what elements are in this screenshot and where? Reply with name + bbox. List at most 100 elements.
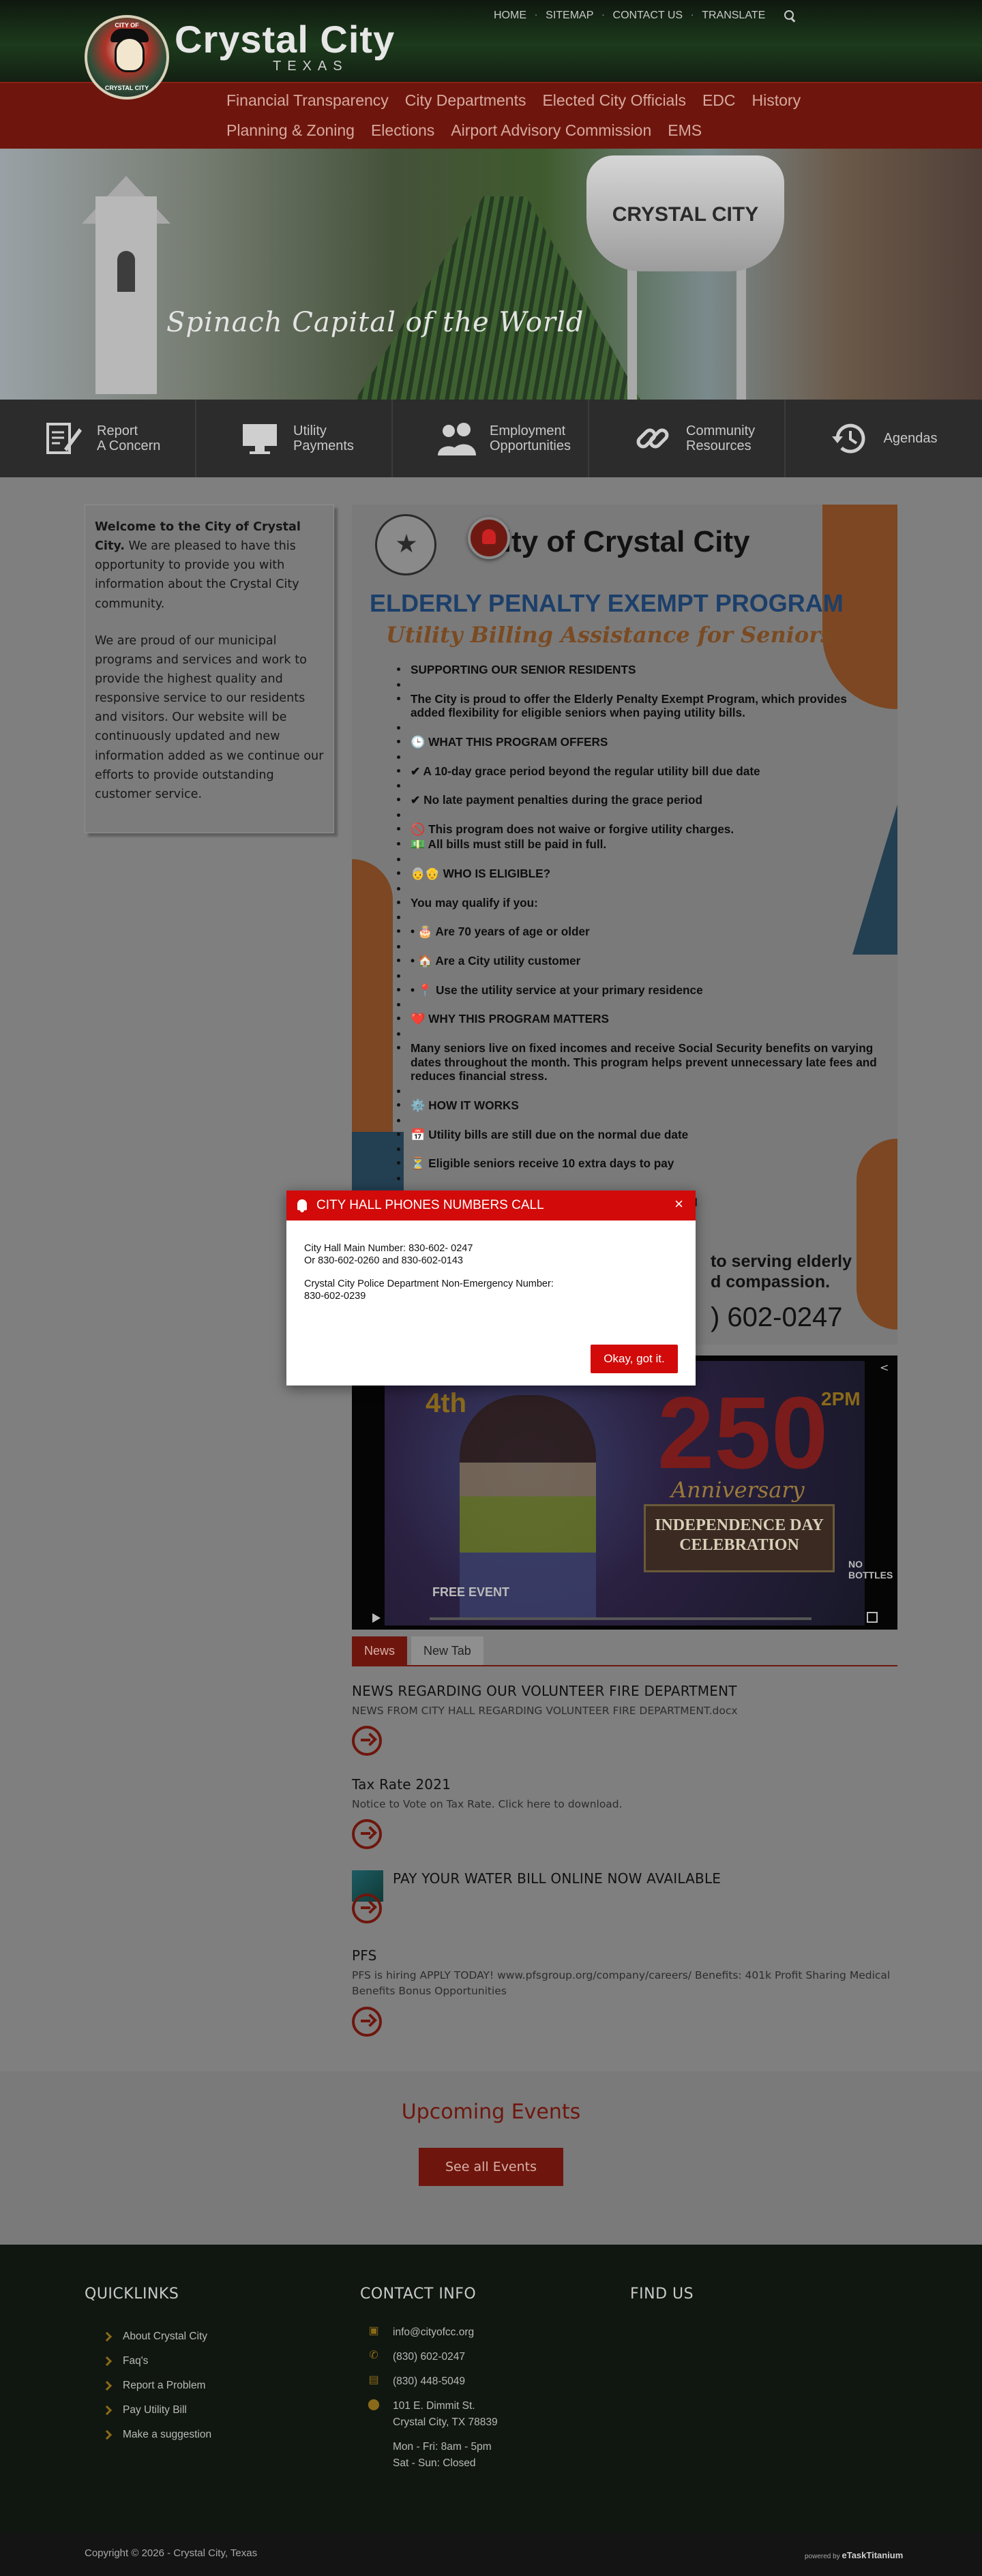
quick-link-label: Employment Opportunities (490, 423, 571, 453)
footer-quicklinks: QUICKLINKS About Crystal City Faq's Repo… (85, 2286, 211, 2447)
welcome-box: Welcome to the City of Crystal City. We … (85, 505, 334, 833)
nav-elections[interactable]: Elections (371, 121, 434, 140)
modal-body: City Hall Main Number: 830-602- 0247 Or … (304, 1242, 672, 1303)
quick-link-label: Report A Concern (97, 423, 161, 453)
footer-link[interactable]: Make a suggestion (85, 2423, 211, 2447)
tab-new-tab[interactable]: New Tab (411, 1636, 483, 1665)
flyer-list-item: • 🏠 Are a City utility customer (397, 954, 881, 968)
read-more-arrow-icon[interactable] (352, 1819, 382, 1850)
news-title[interactable]: PAY YOUR WATER BILL ONLINE NOW AVAILABLE (393, 1870, 721, 1887)
nav-airport-commission[interactable]: Airport Advisory Commission (451, 121, 651, 140)
site-title[interactable]: Crystal City (175, 20, 395, 59)
flyer-list-item: ❤️ WHY THIS PROGRAM MATTERS (397, 1012, 881, 1026)
nav-sitemap-link[interactable]: SITEMAP (546, 10, 593, 22)
city-logo[interactable]: CITY OF CRYSTAL CITY (85, 15, 169, 100)
upcoming-events-section: Upcoming Events See all Events (0, 2071, 982, 2245)
nav-city-departments[interactable]: City Departments (405, 91, 526, 110)
quick-link-agendas[interactable]: Agendas (786, 400, 982, 477)
okay-got-it-button[interactable]: Okay, got it. (591, 1345, 678, 1373)
quick-link-label: Community Resources (686, 423, 756, 453)
event-video-player[interactable]: 4th 2PM 250 Anniversary INDEPENDENCE DAY… (352, 1356, 897, 1630)
seal-star-icon (396, 534, 417, 553)
contact-email-text: info@cityofcc.org (393, 2326, 475, 2338)
water-tower-leg (736, 265, 746, 400)
news-item: NEWS REGARDING OUR VOLUNTEER FIRE DEPART… (352, 1683, 897, 1756)
flyer-heading: ELDERLY PENALTY EXEMPT PROGRAM (370, 589, 844, 617)
hours-weekend: Sat - Sun: Closed (393, 2457, 476, 2469)
quick-links-bar: Report A Concern Utility Payments Employ… (0, 400, 982, 477)
flyer-list-item: 💵 All bills must still be paid in full. (397, 837, 881, 852)
hours-weekday: Mon - Fri: 8am - 5pm (393, 2441, 492, 2453)
footer-heading: FIND US (630, 2286, 694, 2303)
church-window (117, 251, 135, 292)
site-subtitle: TEXAS (273, 59, 348, 74)
footer-link-label: Faq's (123, 2355, 149, 2367)
chevron-right-icon (102, 2380, 113, 2391)
news-description: NEWS FROM CITY HALL REGARDING VOLUNTEER … (352, 1705, 738, 1717)
close-icon[interactable]: × (674, 1197, 683, 1212)
news-title[interactable]: PFS (352, 1947, 897, 1964)
flyer-list-spacer (397, 940, 881, 954)
modal-line: 830-602-0239 (304, 1291, 366, 1302)
notification-bell-button[interactable] (468, 517, 510, 559)
contact-email[interactable]: ▣ info@cityofcc.org (360, 2324, 498, 2341)
nav-edc[interactable]: EDC (702, 91, 736, 110)
news-item: PFS PFS is hiring APPLY TODAY! www.pfsgr… (352, 1947, 897, 2037)
news-title[interactable]: NEWS REGARDING OUR VOLUNTEER FIRE DEPART… (352, 1683, 897, 1699)
monitor-icon (243, 424, 277, 454)
church-tower (95, 196, 157, 394)
footer-link[interactable]: Pay Utility Bill (85, 2398, 211, 2423)
search-icon[interactable] (784, 10, 795, 21)
powered-by[interactable]: powered by eTaskTitanium (805, 2550, 903, 2560)
footer-contact: CONTACT INFO ▣ info@cityofcc.org ✆ (830) 6… (360, 2286, 498, 2472)
footer-link[interactable]: About Crystal City (85, 2324, 211, 2349)
read-more-arrow-icon[interactable] (352, 2006, 382, 2037)
news-tabs: News New Tab (352, 1636, 488, 1665)
flyer-list-spacer (397, 721, 881, 735)
flyer-list-spacer (397, 678, 881, 692)
nav-elected-officials[interactable]: Elected City Officials (542, 91, 685, 110)
flyer-footer-line: to serving elderly (711, 1252, 852, 1271)
nav-home-link[interactable]: HOME (494, 10, 526, 22)
video-anniversary-text: Anniversary (671, 1477, 805, 1503)
footer-link[interactable]: Faq's (85, 2349, 211, 2373)
logo-ring-top-text: CITY OF (115, 22, 139, 29)
bell-icon (482, 529, 496, 544)
read-more-arrow-icon[interactable] (352, 1726, 382, 1756)
fullscreen-icon[interactable] (867, 1612, 878, 1623)
logo-ring-bottom-text: CRYSTAL CITY (104, 85, 149, 91)
nav-financial-transparency[interactable]: Financial Transparency (226, 91, 389, 110)
contact-address-line1: 101 E. Dimmit St. (393, 2400, 475, 2412)
flyer-list: SUPPORTING OUR SENIOR RESIDENTS The City … (397, 663, 881, 1186)
news-title[interactable]: Tax Rate 2021 (352, 1776, 897, 1793)
quick-link-report-concern[interactable]: Report A Concern (0, 400, 196, 477)
video-progress-bar[interactable] (430, 1617, 812, 1620)
copyright-bar: Copyright © 2026 - Crystal City, Texas p… (0, 2532, 982, 2576)
play-icon[interactable] (372, 1613, 381, 1623)
copyright-text: Copyright © 2026 - Crystal City, Texas (85, 2547, 258, 2559)
footer-link[interactable]: Report a Problem (85, 2373, 211, 2398)
main-nav-row-2: Planning & Zoning Elections Airport Advi… (226, 121, 718, 140)
nav-separator: · (691, 10, 694, 21)
see-all-events-button[interactable]: See all Events (419, 2148, 563, 2186)
nav-translate-link[interactable]: TRANSLATE (702, 10, 765, 22)
bell-icon (297, 1199, 307, 1212)
contact-phone[interactable]: ✆ (830) 602-0247 (360, 2349, 498, 2365)
contact-fax: ▤ (830) 448-5049 (360, 2373, 498, 2390)
modal-line: City Hall Main Number: 830-602- 0247 (304, 1243, 473, 1254)
nav-ems[interactable]: EMS (668, 121, 702, 140)
flyer-list-item: Many seniors live on fixed incomes and r… (397, 1041, 881, 1083)
contact-address-line2: Crystal City, TX 78839 (393, 2416, 498, 2428)
read-more-arrow-icon[interactable] (352, 1893, 382, 1923)
nav-planning-zoning[interactable]: Planning & Zoning (226, 121, 355, 140)
nav-history[interactable]: History (752, 91, 801, 110)
tab-news[interactable]: News (352, 1636, 408, 1665)
quick-link-utility-payments[interactable]: Utility Payments (196, 400, 393, 477)
footer-heading: QUICKLINKS (85, 2286, 179, 2303)
nav-contact-link[interactable]: CONTACT US (613, 10, 683, 22)
quick-link-label: Utility Payments (293, 423, 354, 453)
quick-link-employment[interactable]: Employment Opportunities (393, 400, 589, 477)
modal-line: Crystal City Police Department Non-Emerg… (304, 1278, 554, 1290)
quick-link-community-resources[interactable]: Community Resources (589, 400, 786, 477)
share-icon[interactable]: < (880, 1362, 891, 1373)
